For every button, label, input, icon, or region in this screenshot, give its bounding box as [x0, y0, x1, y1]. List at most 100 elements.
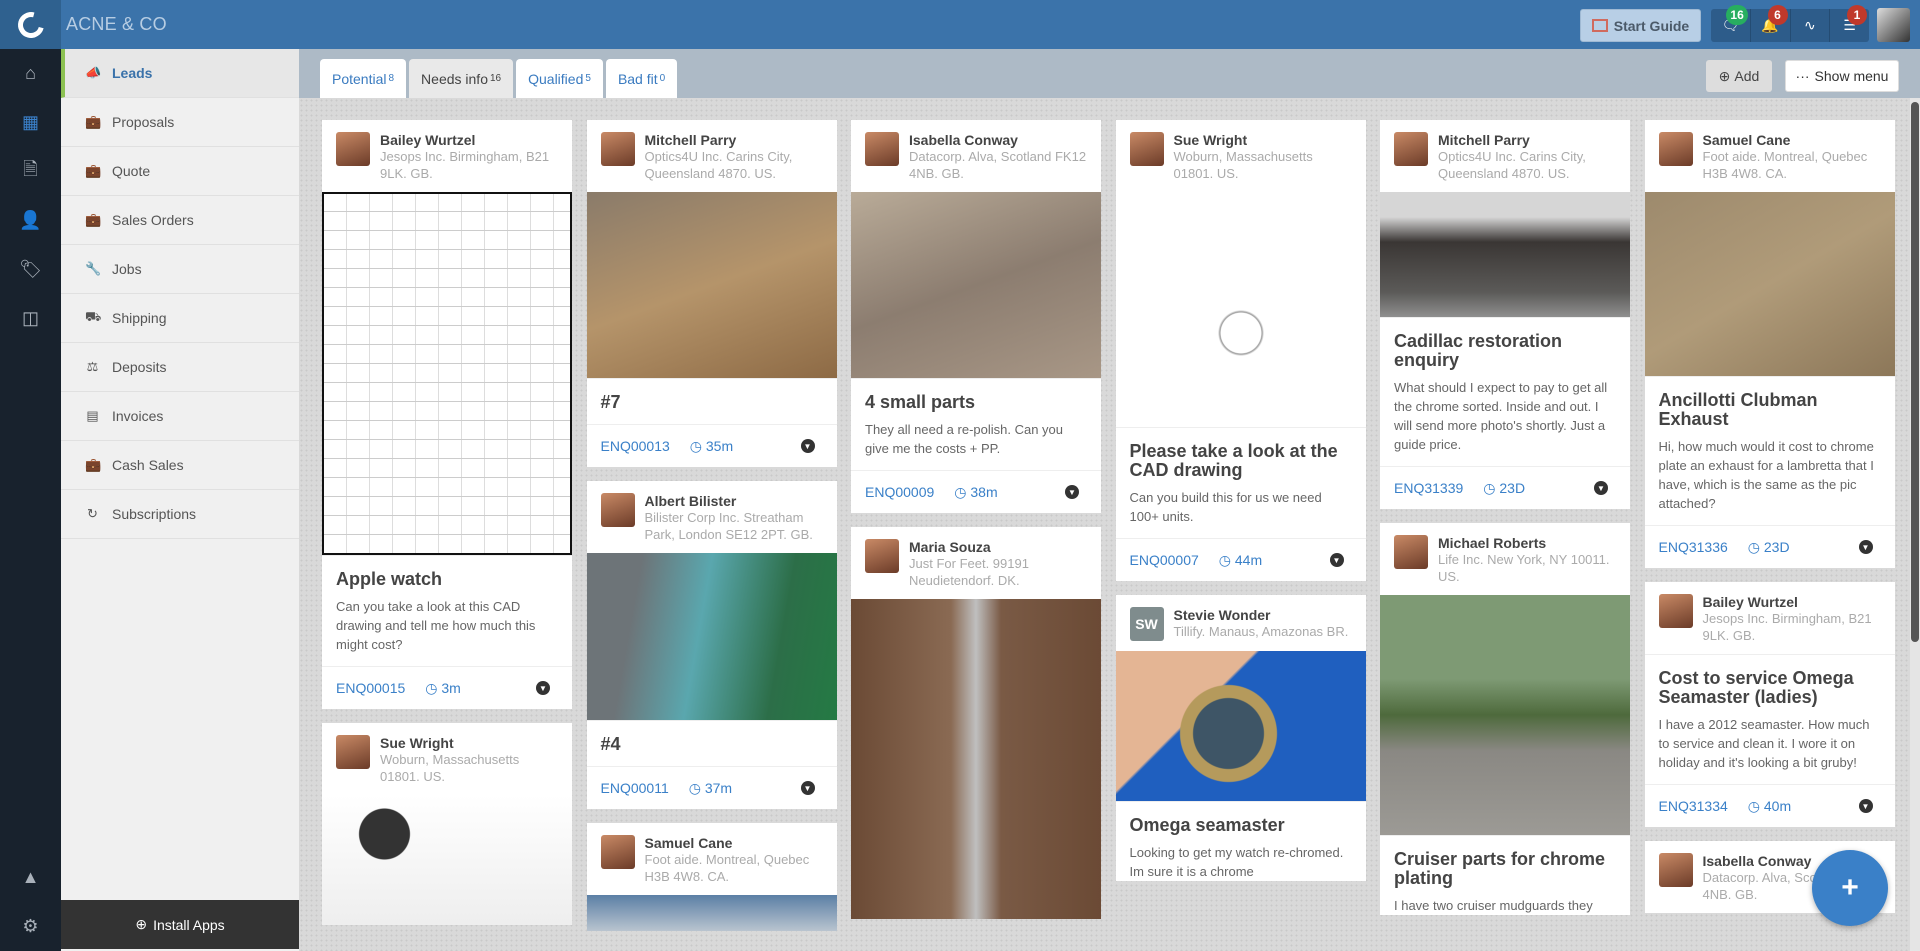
- contact-name[interactable]: Mitchell Parry: [645, 132, 823, 148]
- lead-title[interactable]: #4: [601, 735, 823, 754]
- home-icon[interactable]: ⌂: [0, 49, 61, 98]
- add-button[interactable]: ⊕ Add: [1706, 60, 1772, 92]
- lead-column: Mitchell Parry Optics4U Inc. Carins City,…: [586, 120, 837, 931]
- lead-card[interactable]: Samuel Cane Foot aide. Montreal, Quebec H…: [586, 823, 837, 931]
- contact-name[interactable]: Samuel Cane: [645, 835, 823, 851]
- tags-icon[interactable]: 🏷: [0, 245, 61, 294]
- add-lead-fab[interactable]: +: [1812, 850, 1888, 926]
- tab-qualified[interactable]: Qualified 5: [516, 59, 603, 98]
- contact-name[interactable]: Stevie Wonder: [1174, 607, 1349, 623]
- enquiry-ref-link[interactable]: ENQ00013: [601, 438, 670, 454]
- chevron-down-icon[interactable]: ▼: [1329, 553, 1344, 567]
- lead-card[interactable]: Maria Souza Just For Feet. 99191 Neudiete…: [851, 527, 1101, 919]
- lead-title[interactable]: 4 small parts: [865, 393, 1087, 412]
- sidebar-item-subscriptions[interactable]: ↻ Subscriptions: [61, 490, 299, 539]
- lead-image[interactable]: [1115, 651, 1366, 801]
- lead-card[interactable]: SW Stevie Wonder Tillify. Manaus, Amazonas…: [1115, 595, 1366, 881]
- feed-button[interactable]: ∿: [1791, 9, 1831, 42]
- contact-name[interactable]: Albert Bilister: [645, 493, 823, 509]
- tab-bad-fit[interactable]: Bad fit 0: [605, 59, 678, 98]
- chart-icon[interactable]: ▲: [0, 853, 61, 902]
- scrollbar[interactable]: [1910, 98, 1920, 951]
- contact-name[interactable]: Mitchell Parry: [1438, 132, 1616, 148]
- contact-name[interactable]: Sue Wright: [1174, 132, 1352, 148]
- lead-title[interactable]: Ancillotti Clubman Exhaust: [1659, 391, 1881, 429]
- contact-name[interactable]: Maria Souza: [909, 539, 1087, 555]
- contact-name[interactable]: Michael Roberts: [1438, 535, 1616, 551]
- sidebar-item-sales-orders[interactable]: 💼 Sales Orders: [61, 196, 299, 245]
- install-apps-button[interactable]: ⊕ Install Apps: [61, 900, 299, 949]
- lead-card[interactable]: Michael Roberts Life Inc. New York, NY 10…: [1380, 523, 1630, 915]
- tasks-button[interactable]: ☰ 1: [1830, 5, 1869, 42]
- tab-potential[interactable]: Potential 8: [320, 59, 407, 98]
- show-menu-button[interactable]: ··· Show menu: [1785, 60, 1899, 92]
- lead-image[interactable]: [322, 192, 572, 555]
- contact-name[interactable]: Bailey Wurtzel: [1703, 594, 1881, 610]
- gear-icon[interactable]: ⚙: [0, 902, 61, 951]
- chevron-down-icon[interactable]: ▼: [536, 681, 550, 695]
- scrollbar-thumb[interactable]: [1911, 102, 1919, 642]
- sidebar-item-jobs[interactable]: 🔧 Jobs: [61, 245, 299, 294]
- chevron-down-icon[interactable]: ▼: [1858, 799, 1873, 813]
- notifications-button[interactable]: 🔔 6: [1751, 5, 1791, 42]
- enquiry-ref-link[interactable]: ENQ00007: [1130, 552, 1199, 568]
- lead-image[interactable]: [851, 192, 1101, 378]
- lead-image[interactable]: [586, 553, 837, 720]
- lead-title[interactable]: Apple watch: [336, 570, 558, 589]
- lead-image[interactable]: [1380, 595, 1630, 835]
- lead-title[interactable]: Cost to service Omega Seamaster (ladies): [1659, 669, 1881, 707]
- lead-title[interactable]: Please take a look at the CAD drawing: [1130, 442, 1352, 480]
- lead-title[interactable]: Cadillac restoration enquiry: [1394, 332, 1616, 370]
- chevron-down-icon[interactable]: ▼: [1065, 485, 1079, 499]
- messages-button[interactable]: 🗨 16: [1711, 5, 1751, 42]
- chevron-down-icon[interactable]: ▼: [800, 439, 815, 453]
- lead-image[interactable]: [1644, 192, 1895, 376]
- chevron-down-icon[interactable]: ▼: [800, 781, 815, 795]
- enquiry-ref-link[interactable]: ENQ31334: [1659, 798, 1728, 814]
- chevron-down-icon[interactable]: ▼: [1858, 540, 1873, 554]
- user-avatar[interactable]: [1877, 8, 1910, 42]
- lead-image[interactable]: [586, 192, 837, 378]
- lead-card[interactable]: Isabella Conway Datacorp. Alva, Scotland …: [851, 120, 1101, 513]
- document-icon[interactable]: 🗎: [0, 147, 61, 196]
- user-icon[interactable]: 👤: [0, 196, 61, 245]
- sidebar-item-quote[interactable]: 💼 Quote: [61, 147, 299, 196]
- lead-image[interactable]: [322, 795, 572, 925]
- sidebar-item-invoices[interactable]: ▤ Invoices: [61, 392, 299, 441]
- contact-name[interactable]: Samuel Cane: [1703, 132, 1881, 148]
- contact-name[interactable]: Bailey Wurtzel: [380, 132, 558, 148]
- tab-needs-info[interactable]: Needs info 16: [409, 59, 514, 98]
- lead-image[interactable]: [1380, 192, 1630, 317]
- sidebar-item-leads[interactable]: 📣 Leads: [61, 49, 299, 98]
- lead-card[interactable]: Mitchell Parry Optics4U Inc. Carins City,…: [586, 120, 837, 467]
- lead-image[interactable]: [586, 895, 837, 931]
- chevron-down-icon[interactable]: ▼: [1594, 481, 1608, 495]
- lead-card[interactable]: Bailey Wurtzel Jesops Inc. Birmingham, B2…: [322, 120, 572, 709]
- start-guide-button[interactable]: Start Guide: [1580, 9, 1701, 42]
- sidebar-item-shipping[interactable]: ⛟ Shipping: [61, 294, 299, 343]
- lead-card[interactable]: Mitchell Parry Optics4U Inc. Carins City,…: [1380, 120, 1630, 509]
- lead-card[interactable]: Sue Wright Woburn, Massachusetts 01801. U…: [1115, 120, 1366, 581]
- lead-card[interactable]: Sue Wright Woburn, Massachusetts 01801. U…: [322, 723, 572, 925]
- grid-icon[interactable]: ▦: [0, 98, 61, 147]
- lead-title[interactable]: #7: [601, 393, 823, 412]
- sidebar-item-cash-sales[interactable]: 💼 Cash Sales: [61, 441, 299, 490]
- inbox-icon[interactable]: ◫: [0, 294, 61, 343]
- sidebar-item-deposits[interactable]: ⚖ Deposits: [61, 343, 299, 392]
- enquiry-ref-link[interactable]: ENQ00011: [601, 780, 669, 796]
- contact-name[interactable]: Sue Wright: [380, 735, 558, 751]
- lead-card[interactable]: Samuel Cane Foot aide. Montreal, Quebec H…: [1644, 120, 1895, 568]
- lead-card[interactable]: Albert Bilister Bilister Corp Inc. Streat…: [586, 481, 837, 809]
- app-logo[interactable]: [0, 0, 61, 49]
- enquiry-ref-link[interactable]: ENQ00009: [865, 484, 934, 500]
- lead-title[interactable]: Omega seamaster: [1130, 816, 1352, 835]
- lead-card[interactable]: Bailey Wurtzel Jesops Inc. Birmingham, B2…: [1644, 582, 1895, 827]
- contact-name[interactable]: Isabella Conway: [909, 132, 1087, 148]
- lead-image[interactable]: [1115, 192, 1366, 427]
- lead-image[interactable]: [851, 599, 1101, 919]
- enquiry-ref-link[interactable]: ENQ31339: [1394, 480, 1463, 496]
- lead-title[interactable]: Cruiser parts for chrome plating: [1394, 850, 1616, 888]
- sidebar-item-proposals[interactable]: 💼 Proposals: [61, 98, 299, 147]
- enquiry-ref-link[interactable]: ENQ00015: [336, 680, 405, 696]
- enquiry-ref-link[interactable]: ENQ31336: [1659, 539, 1728, 555]
